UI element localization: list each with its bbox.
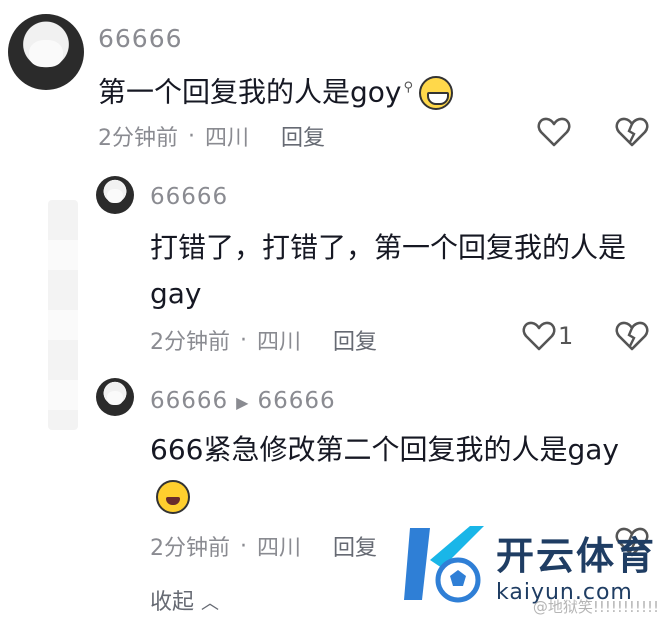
reply-time: 2分钟前 — [150, 330, 230, 355]
comment-text: 第一个回复我的人是goy ⚲ — [98, 66, 454, 114]
separator: · — [240, 533, 247, 559]
comment-location: 四川 — [205, 126, 250, 151]
crying-laughing-emoji-icon — [156, 480, 190, 514]
reply-text: 666紧急修改第二个回复我的人是gay — [150, 433, 619, 466]
laughing-emoji-icon — [419, 76, 454, 111]
search-icon[interactable]: ⚲ — [403, 80, 413, 95]
reply-button[interactable]: 回复 — [333, 530, 377, 562]
like-count: 1 — [558, 322, 574, 350]
reply-text-line2: gay — [150, 277, 202, 310]
collapse-label: 收起 — [150, 590, 195, 615]
triangle-right-icon: ▶ — [236, 393, 250, 412]
weibo-watermark: @地狱笑!!!!!!!!!!! — [532, 598, 659, 616]
reply-location: 四川 — [257, 330, 302, 355]
reply-meta: 2分钟前 · 四川 回复 — [150, 324, 377, 356]
brand-name: 开云体育 — [496, 534, 657, 578]
username-row: 66666 ▶ 66666 — [150, 388, 336, 414]
blurred-background-strip — [48, 200, 78, 430]
reply-time: 2分钟前 — [150, 536, 230, 561]
separator: · — [240, 327, 247, 353]
reply-location: 四川 — [257, 536, 302, 561]
avatar[interactable] — [8, 14, 84, 90]
username[interactable]: 66666 — [150, 388, 228, 414]
username[interactable]: 66666 — [98, 24, 183, 53]
comment-text-content: 第一个回复我的人是goy — [98, 75, 402, 109]
brand-logo-icon — [404, 526, 484, 603]
username[interactable]: 66666 — [150, 184, 228, 210]
broken-heart-icon[interactable] — [615, 320, 649, 352]
reply-text-line1: 打错了，打错了，第一个回复我的人是 — [150, 231, 627, 264]
heart-outline-icon[interactable] — [522, 320, 556, 352]
comment-time: 2分钟前 — [98, 126, 178, 151]
heart-outline-icon[interactable] — [537, 116, 571, 148]
separator: · — [188, 123, 195, 149]
reply-emoji-line — [150, 474, 190, 518]
reply-button[interactable]: 回复 — [281, 120, 325, 152]
comment-meta: 2分钟前 · 四川 回复 — [98, 120, 325, 152]
avatar[interactable] — [96, 378, 134, 416]
reply-button[interactable]: 回复 — [333, 324, 377, 356]
reply-to-username[interactable]: 66666 — [257, 388, 335, 414]
collapse-replies-button[interactable]: 收起 ︿ — [150, 584, 219, 616]
broken-heart-icon[interactable] — [615, 116, 649, 148]
chevron-up-icon: ︿ — [201, 593, 220, 614]
avatar[interactable] — [96, 176, 134, 214]
reply-meta: 2分钟前 · 四川 回复 — [150, 530, 377, 562]
